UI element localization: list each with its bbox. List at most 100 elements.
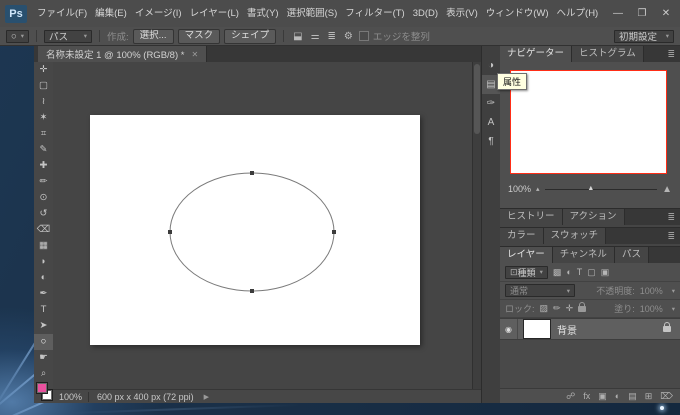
tool-path-selection[interactable]: ➤ [34,318,53,334]
menu-layer[interactable]: レイヤー(L) [186,0,243,27]
make-mask-button[interactable]: マスク [178,29,221,44]
anchor-point-left[interactable] [168,230,172,234]
tool-zoom[interactable]: ⌕ [34,366,53,382]
adjustment-layer-icon[interactable]: ◐ [615,389,620,403]
menu-select[interactable]: 選択範囲(S) [283,0,342,27]
foreground-color-swatch[interactable] [36,382,48,394]
tool-mode-dropdown[interactable]: パス ▾ [44,30,92,43]
zoom-out-icon[interactable]: ▴ [536,185,540,193]
minimize-button[interactable]: — [606,0,630,27]
paragraph-panel-icon[interactable]: ¶ [482,132,500,151]
lock-position-icon[interactable]: ✛ [566,303,574,314]
make-shape-button[interactable]: シェイプ [224,29,276,44]
layer-thumbnail[interactable] [523,319,551,339]
layer-filter-dropdown[interactable]: ⊡ 種類 ▾ [505,266,548,279]
filter-pixel-layers-icon[interactable]: ▩ [553,267,562,278]
tab-channels[interactable]: チャンネル [553,247,615,263]
navigator-zoom-field[interactable]: 100% [508,184,531,194]
tool-clone-stamp[interactable]: ⊙ [34,190,53,206]
workspace-dropdown[interactable]: 初期設定 ▾ [614,30,674,43]
tab-swatches[interactable]: スウォッチ [544,228,607,244]
anchor-point-right[interactable] [332,230,336,234]
zoom-in-icon[interactable]: ▲ [662,184,672,195]
tool-lasso[interactable]: ≀ [34,94,53,110]
tool-crop[interactable]: ⌗ [34,126,53,142]
zoom-level-field[interactable]: 100% [53,392,88,402]
menu-file[interactable]: ファイル(F) [33,0,91,27]
tool-blur[interactable]: ◗ [34,254,53,270]
menu-help[interactable]: ヘルプ(H) [553,0,603,27]
anchor-point-top[interactable] [250,171,254,175]
lock-transparent-pixels-icon[interactable]: ▨ [540,303,549,314]
layer-row-background[interactable]: ◉ 背景 [500,318,680,340]
panel-menu-icon[interactable]: ≣ [662,228,680,244]
tool-spot-healing[interactable]: ✚ [34,158,53,174]
filter-adjustment-layers-icon[interactable]: ◐ [566,267,571,277]
link-layers-icon[interactable]: ☍ [566,389,575,403]
lock-all-icon[interactable] [578,306,586,312]
visibility-eye-icon[interactable]: ◉ [505,325,512,334]
new-group-icon[interactable]: ▤ [628,389,637,403]
tab-color[interactable]: カラー [500,228,544,244]
make-selection-button[interactable]: 選択... [133,29,174,44]
visibility-cell[interactable]: ◉ [500,319,518,339]
menu-3d[interactable]: 3D(D) [409,0,442,27]
maximize-button[interactable]: ❐ [630,0,654,27]
ellipse-path[interactable] [170,173,334,291]
tool-marquee[interactable]: ▢ [34,78,53,94]
opacity-value[interactable]: 100% [640,286,663,296]
chevron-down-icon[interactable]: ▾ [672,287,675,295]
gear-icon[interactable]: ⚙ [344,31,353,42]
tool-move[interactable]: ✛ [34,62,53,78]
tool-eraser[interactable]: ⌫ [34,222,53,238]
menu-view[interactable]: 表示(V) [442,0,482,27]
tool-quick-selection[interactable]: ✶ [34,110,53,126]
anchor-point-bottom[interactable] [250,289,254,293]
tool-pen[interactable]: ✒ [34,286,53,302]
navigator-zoom-slider[interactable]: ▲ [545,183,658,195]
blend-mode-dropdown[interactable]: 通常 ▾ [505,284,575,297]
navigator-preview[interactable] [510,70,667,174]
fill-value[interactable]: 100% [640,304,663,314]
menu-image[interactable]: イメージ(I) [131,0,186,27]
filter-shape-layers-icon[interactable]: ▢ [587,267,596,278]
tool-type[interactable]: T [34,302,53,318]
brush-settings-panel-icon[interactable]: ✑ [482,94,500,113]
menu-filter[interactable]: フィルター(T) [341,0,408,27]
tab-layers[interactable]: レイヤー [500,247,553,263]
menu-window[interactable]: ウィンドウ(W) [482,0,553,27]
panel-menu-icon[interactable]: ≣ [662,209,680,225]
tab-paths[interactable]: パス [615,247,649,263]
menu-edit[interactable]: 編集(E) [91,0,131,27]
tool-dodge[interactable]: ◐ [34,270,53,286]
tab-history[interactable]: ヒストリー [500,209,563,225]
filter-smart-objects-icon[interactable]: ▣ [601,267,610,278]
add-layer-mask-icon[interactable]: ▣ [598,389,607,403]
close-tab-icon[interactable]: ✕ [191,50,198,59]
chevron-down-icon[interactable]: ▾ [672,305,675,313]
tool-brush[interactable]: ✏ [34,174,53,190]
slider-thumb-icon[interactable]: ▲ [587,185,594,192]
filter-type-layers-icon[interactable]: T [577,267,583,277]
panel-menu-icon[interactable]: ≣ [662,46,680,62]
character-panel-icon[interactable]: A [482,113,500,132]
tool-history-brush[interactable]: ↺ [34,206,53,222]
status-popup-arrow-icon[interactable]: ▶ [204,393,209,401]
align-edges-checkbox[interactable] [359,31,369,41]
layer-effects-icon[interactable]: fx [583,389,590,403]
new-layer-icon[interactable]: ⊞ [645,389,653,403]
scrollbar-thumb[interactable] [474,64,480,134]
document-canvas[interactable] [90,115,420,345]
tool-hand[interactable]: ☛ [34,350,53,366]
menu-type[interactable]: 書式(Y) [243,0,283,27]
tab-navigator[interactable]: ナビゲーター [500,46,572,62]
path-operations-icon[interactable]: ⬓ [293,31,302,42]
tool-gradient[interactable]: ▦ [34,238,53,254]
tab-actions[interactable]: アクション [563,209,625,225]
delete-layer-icon[interactable]: ⌦ [660,389,673,403]
document-tab[interactable]: 名称未設定 1 @ 100% (RGB/8) * ✕ [38,46,207,62]
close-button[interactable]: ✕ [654,0,678,27]
lock-image-pixels-icon[interactable]: ✏ [553,303,561,314]
path-arrangement-icon[interactable]: ≣ [328,31,336,42]
tool-preset-picker[interactable]: ○ ▾ [6,30,29,43]
